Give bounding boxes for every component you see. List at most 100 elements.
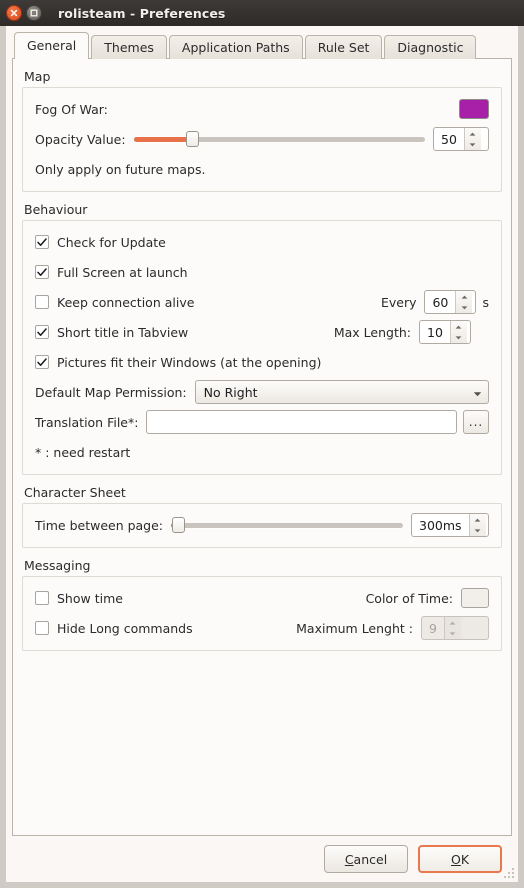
group-box-character-sheet: Time between page: 300ms <box>22 503 502 548</box>
spin-down-icon[interactable] <box>456 302 472 313</box>
time-between-page-value: 300ms <box>419 517 462 533</box>
tab-rule-set[interactable]: Rule Set <box>304 35 383 59</box>
row-default-map-permission: Default Map Permission: No Right <box>35 380 489 404</box>
checkbox-check-for-update[interactable] <box>35 235 49 249</box>
checkbox-hide-long-commands[interactable] <box>35 621 49 635</box>
group-title-map: Map <box>24 69 51 84</box>
resize-grip-icon[interactable] <box>502 866 515 879</box>
spin-buttons[interactable] <box>455 291 473 313</box>
tab-general[interactable]: General <box>14 32 90 59</box>
cancel-button[interactable]: Cancel <box>324 845 408 873</box>
group-title-messaging: Messaging <box>24 558 91 573</box>
row-map-note: Only apply on future maps. <box>35 157 489 181</box>
tab-label: Application Paths <box>181 40 290 55</box>
ok-button[interactable]: OK <box>418 845 502 873</box>
dialog-content: General Themes Application Paths Rule Se… <box>6 26 518 882</box>
fog-of-war-label: Fog Of War: <box>35 101 108 117</box>
default-map-permission-combobox[interactable]: No Right <box>194 380 489 404</box>
label-keep-alive-unit: s <box>482 294 489 310</box>
row-hide-long-commands: Hide Long commands Maximum Lenght : 9 <box>35 616 489 640</box>
browse-translation-file-button[interactable]: ... <box>463 410 489 434</box>
title-bar: rolisteam - Preferences <box>0 0 524 26</box>
ok-button-label: OK <box>451 852 469 867</box>
spin-down-icon[interactable] <box>465 139 481 150</box>
accel-char: O <box>450 851 461 867</box>
row-opacity: Opacity Value: 50 <box>35 127 489 151</box>
row-restart-note: * : need restart <box>35 440 489 464</box>
row-short-title: Short title in Tabview Max Length: 10 <box>35 320 489 344</box>
label-default-map-permission: Default Map Permission: <box>35 384 187 400</box>
spin-buttons[interactable] <box>463 128 481 150</box>
chevron-down-icon[interactable] <box>473 385 482 400</box>
checkbox-show-time[interactable] <box>35 591 49 605</box>
time-between-page-spinbox[interactable]: 300ms <box>411 513 489 537</box>
spin-buttons <box>443 617 461 639</box>
label-keep-alive-every: Every <box>380 294 417 310</box>
opacity-label: Opacity Value: <box>35 131 126 147</box>
dialog-button-box: Cancel OK <box>12 836 512 882</box>
spin-down-icon <box>445 628 461 639</box>
preferences-window: rolisteam - Preferences General Themes A… <box>0 0 524 888</box>
tab-themes[interactable]: Themes <box>91 35 167 59</box>
accel-char: C <box>344 851 354 867</box>
checkbox-full-screen-at-launch[interactable] <box>35 265 49 279</box>
tab-pane-general: Map Fog Of War: Opacity Value: 50 Only a… <box>12 58 512 836</box>
window-body: General Themes Application Paths Rule Se… <box>0 26 524 888</box>
slider-handle[interactable] <box>171 517 185 533</box>
map-note: Only apply on future maps. <box>35 161 206 177</box>
label-max-length: Max Length: <box>333 324 411 340</box>
tab-diagnostic[interactable]: Diagnostic <box>384 35 477 59</box>
row-translation-file: Translation File*: ... <box>35 410 489 434</box>
opacity-value: 50 <box>441 131 457 147</box>
tab-bar: General Themes Application Paths Rule Se… <box>14 32 512 59</box>
label-keep-connection-alive: Keep connection alive <box>57 294 195 310</box>
label-maximum-length: Maximum Lenght : <box>296 620 413 636</box>
row-show-time: Show time Color of Time: <box>35 586 489 610</box>
label-full-screen-at-launch: Full Screen at launch <box>57 264 188 280</box>
label-show-time: Show time <box>57 590 123 606</box>
spin-up-icon <box>445 617 461 628</box>
spin-up-icon[interactable] <box>456 291 472 302</box>
opacity-spinbox[interactable]: 50 <box>433 127 489 151</box>
fog-of-war-color-swatch[interactable] <box>459 99 489 119</box>
cancel-button-rest: ancel <box>353 851 388 867</box>
row-keep-connection-alive: Keep connection alive Every 60 s <box>35 290 489 314</box>
row-full-screen: Full Screen at launch <box>35 260 489 284</box>
checkbox-pictures-fit-windows[interactable] <box>35 355 49 369</box>
restore-icon[interactable] <box>26 5 42 21</box>
color-of-time-swatch[interactable] <box>461 588 489 608</box>
group-title-character-sheet: Character Sheet <box>24 485 126 500</box>
label-check-for-update: Check for Update <box>57 234 166 250</box>
checkbox-short-title-in-tabview[interactable] <box>35 325 49 339</box>
group-box-messaging: Show time Color of Time: Hide Long comma… <box>22 576 502 651</box>
row-pictures-fit: Pictures fit their Windows (at the openi… <box>35 350 489 374</box>
close-icon[interactable] <box>6 5 22 21</box>
maximum-length-spinbox: 9 <box>421 616 489 640</box>
spin-down-icon[interactable] <box>451 332 467 343</box>
translation-file-input[interactable] <box>146 410 457 434</box>
group-title-behaviour: Behaviour <box>24 202 88 217</box>
spin-up-icon[interactable] <box>451 321 467 332</box>
spin-up-icon[interactable] <box>470 514 486 525</box>
slider-track <box>171 522 403 528</box>
group-character-sheet: Character Sheet Time between page: 300ms <box>22 485 502 548</box>
keep-alive-interval-spinbox[interactable]: 60 <box>424 290 477 314</box>
row-check-for-update: Check for Update <box>35 230 489 254</box>
row-time-between-page: Time between page: 300ms <box>35 513 489 537</box>
opacity-slider[interactable] <box>133 129 425 149</box>
default-map-permission-value: No Right <box>203 384 258 400</box>
slider-handle[interactable] <box>185 131 199 147</box>
ok-button-rest: K <box>460 851 470 867</box>
max-length-spinbox[interactable]: 10 <box>419 320 471 344</box>
time-between-page-slider[interactable] <box>171 515 403 535</box>
spin-buttons[interactable] <box>468 514 486 536</box>
cancel-button-label: Cancel <box>345 852 387 867</box>
keep-alive-interval-value: 60 <box>432 294 449 310</box>
spin-down-icon[interactable] <box>470 525 486 536</box>
spin-buttons[interactable] <box>449 321 467 343</box>
spin-up-icon[interactable] <box>465 128 481 139</box>
tab-application-paths[interactable]: Application Paths <box>168 35 303 59</box>
checkbox-keep-connection-alive[interactable] <box>35 295 49 309</box>
tab-label: Diagnostic <box>397 40 464 55</box>
maximum-length-value: 9 <box>429 620 437 636</box>
